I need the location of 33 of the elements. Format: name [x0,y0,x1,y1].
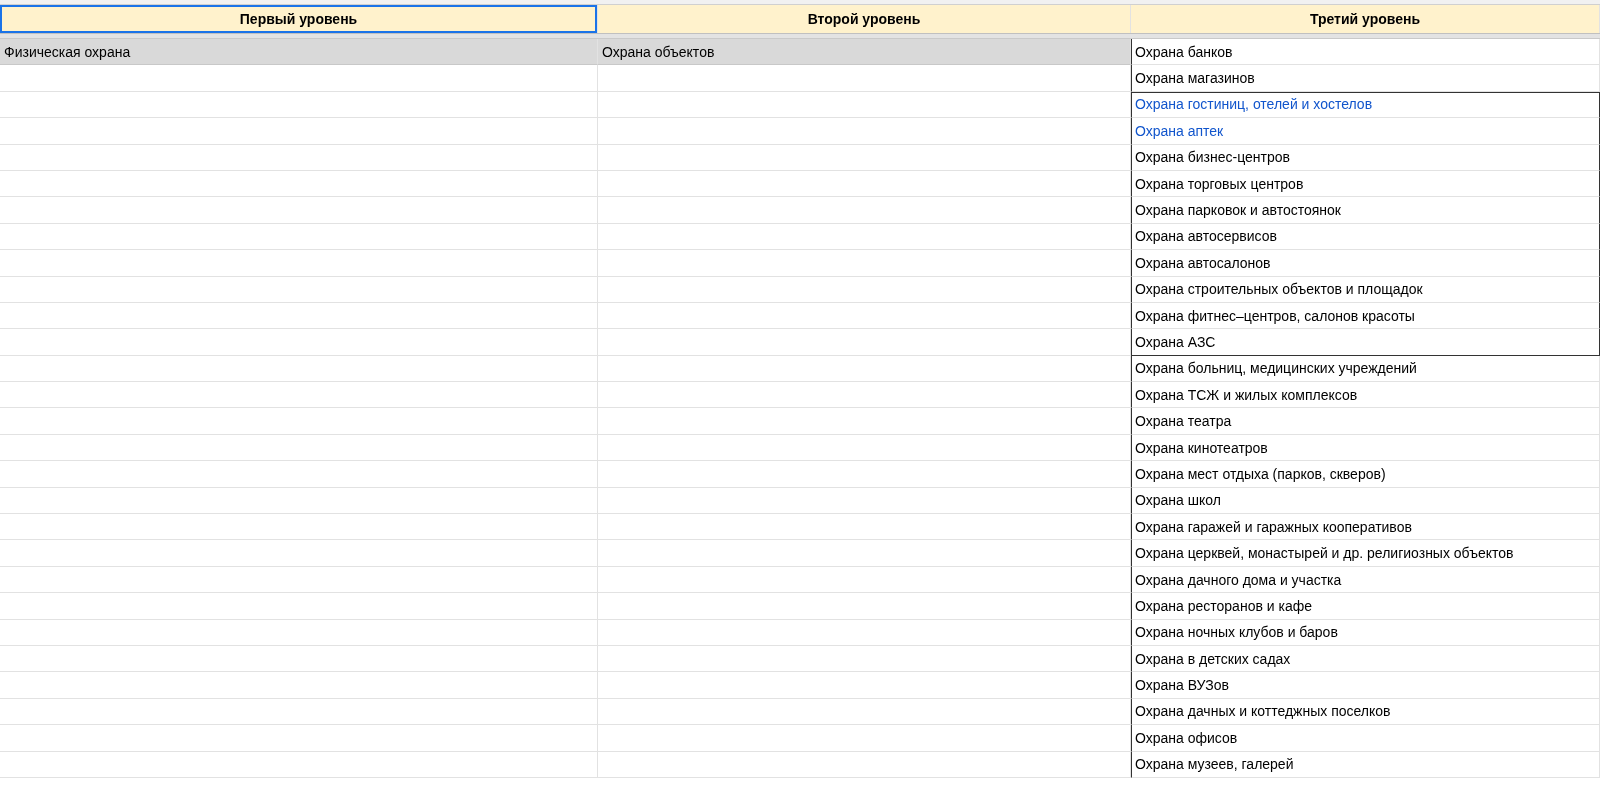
column-header[interactable]: Второй уровень [598,5,1131,33]
table-cell: Охрана фитнес–центров, салонов красоты [1131,302,1600,330]
table-cell: Охрана строительных объектов и площадок [1131,276,1600,303]
table-cell: Охрана магазинов [1131,65,1600,92]
table-cell: Охрана бизнес-центров [1131,144,1600,171]
table-cell: Охрана в детских садах [1131,646,1600,673]
table-cell: Охрана дачных и коттеджных поселков [1131,698,1600,726]
table-cell: Охрана дачного дома и участка [1131,566,1600,594]
table-cell: Охрана больниц, медицинских учреждений [1131,355,1600,383]
table-cell: Охрана кинотеатров [1131,434,1600,462]
table-cell: Охрана объектов [598,39,1131,66]
table-cell: Охрана ночных клубов и баров [1131,619,1600,646]
table-cell: Охрана ресторанов и кафе [1131,593,1600,620]
table-cell: Охрана мест отдыха (парков, скверов) [1131,461,1600,488]
column-header[interactable]: Третий уровень [1131,5,1600,33]
table-cell: Охрана музеев, галерей [1131,751,1600,778]
table-cell: Охрана ВУЗов [1131,672,1600,699]
table-cell: Охрана гаражей и гаражных кооперативов [1131,514,1600,541]
column-header[interactable]: Первый уровень [0,5,598,33]
table-cell: Охрана школ [1131,487,1600,515]
table-cell: Охрана офисов [1131,725,1600,752]
table-cell: Физическая охрана [0,39,598,66]
table-cell: Охрана гостиниц, отелей и хостелов [1131,91,1600,119]
table-cell: Охрана театра [1131,408,1600,435]
table-cell: Охрана аптек [1131,118,1600,145]
table-cell: Охрана церквей, монастырей и др. религиозных объектов [1131,540,1600,567]
table-cell: Охрана автосалонов [1131,250,1600,277]
table-cell: Охрана автосервисов [1131,223,1600,251]
table-cell: Охрана АЗС [1131,329,1600,356]
table-cell: Охрана ТСЖ и жилых комплексов [1131,382,1600,409]
table-cell: Охрана парковок и автостоянок [1131,197,1600,224]
table-cell: Охрана банков [1131,39,1600,66]
table-cell: Охрана торговых центров [1131,170,1600,198]
